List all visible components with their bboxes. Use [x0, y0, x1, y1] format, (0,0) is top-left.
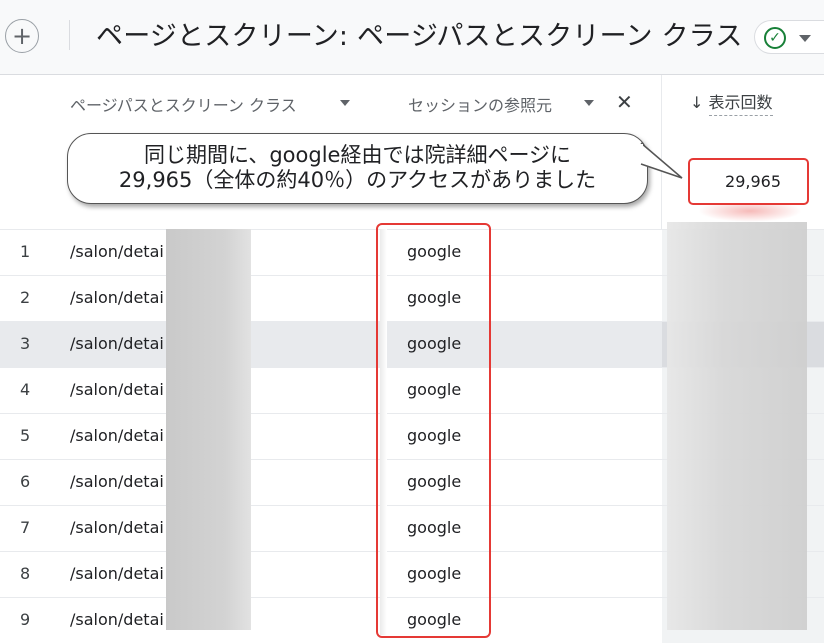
- row-rank: 8: [20, 564, 31, 583]
- page-path-cell[interactable]: /salon/detai: [70, 472, 164, 491]
- row-rank: 6: [20, 472, 31, 491]
- dimension-header-session-source[interactable]: セッションの参照元: [408, 92, 552, 116]
- row-rank: 4: [20, 380, 31, 399]
- divider: [69, 20, 70, 50]
- report-status-dropdown[interactable]: ✓: [754, 20, 824, 54]
- chevron-down-icon[interactable]: [340, 100, 350, 106]
- row-rank: 7: [20, 518, 31, 537]
- add-comparison-button[interactable]: +: [5, 19, 39, 53]
- chevron-down-icon[interactable]: [584, 100, 594, 106]
- row-rank: 2: [20, 288, 31, 307]
- dimension-header-page-path[interactable]: ページパスとスクリーン クラス: [70, 92, 297, 116]
- page-path-cell[interactable]: /salon/detai: [70, 610, 164, 629]
- redacted-path-block: [166, 229, 251, 630]
- callout-text: 同じ期間に、google経由では院詳細ページに 29,965（全体の約40％）の…: [68, 143, 647, 193]
- callout-line-2: 29,965（全体の約40％）のアクセスがありました: [118, 168, 597, 192]
- row-rank: 9: [20, 610, 31, 629]
- row-rank: 1: [20, 242, 31, 261]
- plus-icon: +: [11, 22, 33, 50]
- metric-total-value: 29,965: [688, 158, 809, 205]
- callout-pointer: [640, 142, 683, 179]
- check-circle-icon: ✓: [764, 27, 786, 49]
- chevron-down-icon: [799, 35, 811, 42]
- close-icon[interactable]: ✕: [616, 90, 633, 114]
- page-path-cell[interactable]: /salon/detai: [70, 334, 164, 353]
- row-rank: 5: [20, 426, 31, 445]
- page-path-cell[interactable]: /salon/detai: [70, 426, 164, 445]
- google-source-highlight: [376, 223, 491, 638]
- callout-line-1: 同じ期間に、google経由では院詳細ページに: [143, 143, 572, 167]
- annotation-callout: 同じ期間に、google経由では院詳細ページに 29,965（全体の約40％）の…: [67, 133, 648, 204]
- metric-header-views[interactable]: ↓ 表示回数: [690, 89, 773, 116]
- page-path-cell[interactable]: /salon/detai: [70, 242, 164, 261]
- redacted-metric-block: [667, 222, 807, 630]
- page-path-cell[interactable]: /salon/detai: [70, 380, 164, 399]
- page-title: ページとスクリーン: ページパスとスクリーン クラス: [96, 21, 743, 52]
- page-path-cell[interactable]: /salon/detai: [70, 518, 164, 537]
- page-path-cell[interactable]: /salon/detai: [70, 564, 164, 583]
- report-header: + ページとスクリーン: ページパスとスクリーン クラス ✓: [0, 0, 824, 75]
- page-path-cell[interactable]: /salon/detai: [70, 288, 164, 307]
- row-rank: 3: [20, 334, 31, 353]
- sort-arrow-icon: ↓: [690, 93, 704, 112]
- metric-header-label: 表示回数: [708, 93, 773, 116]
